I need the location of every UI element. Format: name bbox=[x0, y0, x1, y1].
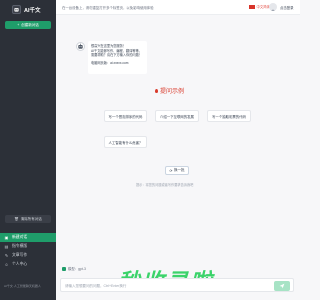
welcome-message: 很高兴在这里为您服务！ AI千文能够写作、编程、翻译等等。 需要帮助？请在下方输… bbox=[88, 41, 147, 74]
bot-avatar bbox=[76, 42, 85, 51]
example-card[interactable]: 介绍一下互联网的发展 bbox=[155, 110, 199, 122]
sidebar-item-templates[interactable]: ▤ 指令模版 bbox=[0, 242, 56, 251]
sidebar-footer: AI千文·人工智能聊天机器人 bbox=[4, 284, 41, 288]
examples-hint: 提示：将您的问题或者写作要求告诉我吧 bbox=[136, 183, 194, 187]
notice-text: 在一台设备上，请勿重复打开多个标签页，以免影响使用体验 bbox=[62, 6, 154, 10]
refresh-examples-button[interactable]: ⟳ 换一批 bbox=[165, 166, 189, 175]
logo-icon bbox=[12, 5, 21, 14]
user-icon: ☺ bbox=[4, 262, 9, 267]
sidebar-item-label: 个人中心 bbox=[12, 262, 28, 266]
flag-icon bbox=[249, 4, 255, 9]
send-button[interactable] bbox=[274, 281, 290, 291]
message-input-bar bbox=[60, 278, 294, 292]
new-chat-button[interactable]: + 创建新对话 bbox=[5, 21, 51, 29]
model-label: 模型：gpt-3 bbox=[68, 267, 86, 271]
sidebar: AI千文 + 创建新对话 🗑 清除所有对话 ▣ 新建对话 ▤ 指令模版 ✎ 文章… bbox=[0, 0, 56, 300]
example-card[interactable]: 人工智能有什么危害？ bbox=[104, 136, 147, 148]
sidebar-item-writing[interactable]: ✎ 文章写作 bbox=[0, 251, 56, 260]
examples-title-text: 提问示例 bbox=[160, 89, 185, 95]
sidebar-item-label: 新建对话 bbox=[12, 235, 28, 239]
sidebar-item-label: 文章写作 bbox=[12, 253, 28, 257]
chat-icon: ▣ bbox=[4, 235, 9, 240]
example-card[interactable]: 写一个抽取彩票的代码 bbox=[207, 110, 251, 122]
send-icon bbox=[279, 283, 285, 289]
clear-all-button[interactable]: 🗑 清除所有对话 bbox=[5, 215, 51, 223]
welcome-line: 需要帮助？请在下方输入你的问题！ bbox=[91, 53, 142, 58]
welcome-site: 电脑网页版：ai.xxxxx.com bbox=[91, 60, 129, 65]
model-icon bbox=[62, 266, 66, 271]
refresh-label: 换一批 bbox=[173, 168, 185, 172]
robot-icon bbox=[78, 43, 83, 49]
new-chat-label: 创建新对话 bbox=[21, 22, 39, 27]
plus-icon: + bbox=[17, 23, 20, 27]
model-selector[interactable]: 模型：gpt-3 bbox=[62, 266, 86, 271]
login-link[interactable]: 点击登录 bbox=[280, 5, 294, 10]
trash-icon: 🗑 bbox=[14, 217, 19, 221]
sidebar-nav: ▣ 新建对话 ▤ 指令模版 ✎ 文章写作 ☺ 个人中心 bbox=[0, 233, 56, 269]
sidebar-item-label: 指令模版 bbox=[12, 244, 28, 248]
sidebar-item-profile[interactable]: ☺ 个人中心 bbox=[0, 260, 56, 269]
clear-all-label: 清除所有对话 bbox=[20, 216, 42, 221]
top-bar: 在一台设备上，请勿重复打开多个标签页，以免影响使用体验 中文简体 点击登录 bbox=[56, 0, 300, 15]
template-icon: ▤ bbox=[4, 244, 9, 249]
avatar[interactable] bbox=[269, 3, 277, 11]
sidebar-item-new-chat[interactable]: ▣ 新建对话 bbox=[0, 233, 56, 242]
language-switch[interactable]: 中文简体 bbox=[249, 4, 270, 9]
logo[interactable]: AI千文 bbox=[12, 5, 41, 14]
refresh-icon: ⟳ bbox=[169, 168, 173, 173]
app-name: AI千文 bbox=[24, 7, 41, 14]
drop-icon bbox=[155, 88, 158, 93]
examples-title: 提问示例 bbox=[155, 86, 184, 95]
example-card[interactable]: 写一个冒泡排序的代码 bbox=[104, 110, 147, 122]
edit-icon: ✎ bbox=[4, 253, 9, 258]
message-input[interactable] bbox=[65, 281, 245, 291]
